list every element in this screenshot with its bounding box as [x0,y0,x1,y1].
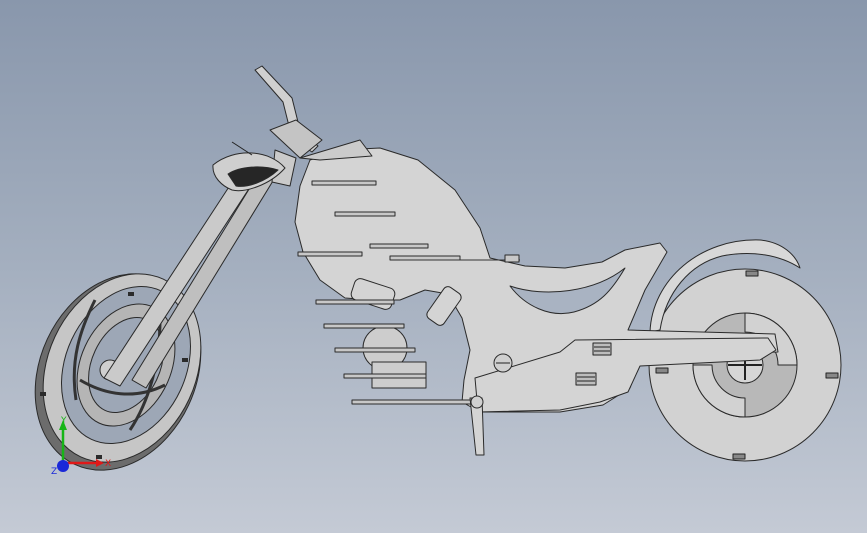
axis-x-label: X [105,459,112,469]
motorcycle-model[interactable] [0,0,867,533]
axis-y-label: Y [61,416,67,426]
graphics-viewport[interactable]: X Y Z [0,0,867,533]
rear-wheel[interactable] [648,268,842,462]
coordinate-triad: X Y Z [48,408,118,478]
axis-z-label: Z [51,467,58,477]
